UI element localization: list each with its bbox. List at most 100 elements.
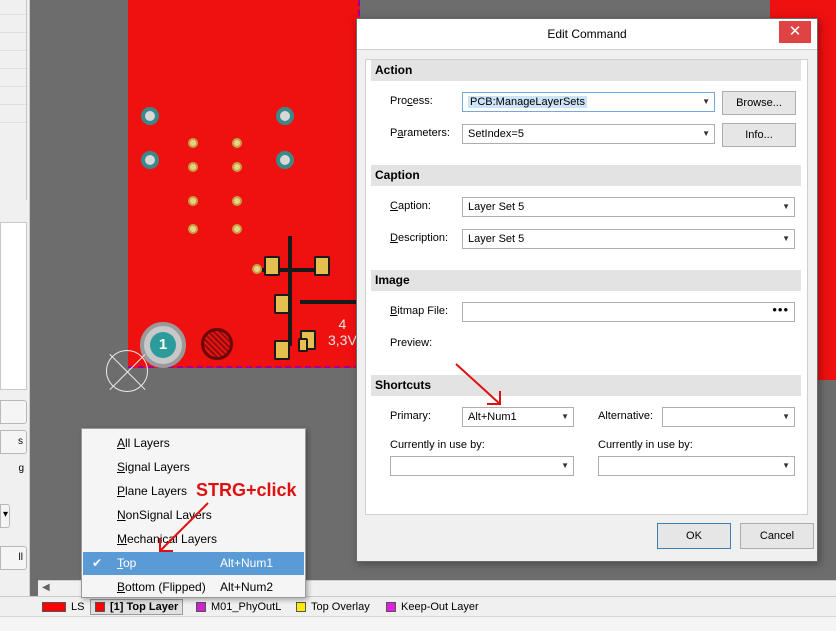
layer-tab-keep-out[interactable]: Keep-Out Layer [382, 599, 483, 615]
caption-label: Caption: [390, 200, 431, 212]
chevron-down-icon[interactable]: ▼ [561, 408, 569, 426]
layer-color-swatch [95, 602, 105, 612]
parameters-combo[interactable]: SetIndex=5 ▼ [462, 124, 715, 144]
chevron-down-icon[interactable]: ▼ [782, 457, 790, 475]
pcb-smd-pad [298, 338, 308, 352]
primary-shortcut-combo[interactable]: Alt+Num1 ▼ [462, 407, 574, 427]
cancel-button[interactable]: Cancel [740, 523, 814, 549]
panel-button-2[interactable]: s [0, 430, 27, 454]
chevron-down-icon[interactable]: ▼ [782, 230, 790, 248]
pcb-small-pad [232, 224, 242, 234]
pcb-small-pad [188, 224, 198, 234]
section-header-caption: Caption [371, 165, 801, 186]
pcb-silkscreen-label: 4 3,3V [328, 316, 357, 348]
layer-tab-label: LS [71, 601, 85, 613]
info-button[interactable]: Info... [722, 123, 796, 147]
chevron-down-icon[interactable]: ▼ [561, 457, 569, 475]
layer-tab-m01[interactable]: M01_PhyOutL [192, 599, 285, 615]
section-header-action: Action [371, 60, 801, 81]
bitmap-file-label: Bitmap File: [390, 305, 449, 317]
layer-tab-label: Keep-Out Layer [401, 601, 479, 613]
left-panel: s g ▾ ll [0, 0, 30, 596]
menu-item-signal-layers[interactable]: Signal Layers [83, 456, 304, 479]
pcb-board-area[interactable] [128, 0, 360, 368]
panel-button-1[interactable] [0, 400, 27, 424]
origin-crosshair-icon [106, 350, 148, 392]
pcb-label-line1: 4 [338, 316, 347, 332]
pcb-trace [288, 236, 292, 346]
panel-button-3[interactable]: g [0, 458, 27, 482]
layer-color-swatch [386, 602, 396, 612]
menu-item-all-layers[interactable]: All Layers [83, 432, 304, 455]
chevron-down-icon[interactable]: ▼ [782, 198, 790, 216]
process-value: PCB:ManageLayerSets [468, 96, 587, 108]
pcb-via-pad [276, 107, 294, 125]
pcb-via-pad [141, 151, 159, 169]
ok-button[interactable]: OK [657, 523, 731, 549]
description-value: Layer Set 5 [468, 233, 525, 245]
panel-list-bottom[interactable] [0, 222, 27, 390]
scroll-left-icon[interactable]: ◀ [42, 582, 50, 593]
menu-item-top[interactable]: ✔ Top Alt+Num1 [83, 552, 304, 575]
menu-item-nonsignal-layers[interactable]: NonSignal Layers [83, 504, 304, 527]
caption-combo[interactable]: Layer Set 5 ▼ [462, 197, 795, 217]
pcb-small-pad [232, 162, 242, 172]
chevron-down-icon[interactable]: ▼ [702, 125, 710, 143]
browse-button[interactable]: Browse... [722, 91, 796, 115]
alternative-label: Alternative: [598, 410, 654, 422]
bitmap-file-input[interactable]: ••• [462, 302, 795, 322]
in-use-label-alternative: Currently in use by: [598, 439, 693, 451]
process-combo[interactable]: PCB:ManageLayerSets ▼ [462, 92, 715, 112]
menu-item-mechanical-layers[interactable]: Mechanical Layers [83, 528, 304, 551]
panel-dropdown[interactable]: ▾ [0, 504, 10, 528]
pcb-via-pad [141, 107, 159, 125]
panel-button-5[interactable]: ll [0, 546, 27, 570]
menu-item-bottom-flipped[interactable]: Bottom (Flipped) Alt+Num2 [83, 576, 304, 599]
dialog-title: Edit Command [547, 27, 627, 41]
panel-list-top[interactable] [0, 0, 27, 200]
ellipsis-browse-icon[interactable]: ••• [772, 302, 789, 317]
status-bar [0, 616, 836, 631]
menu-shortcut: Alt+Num1 [220, 556, 274, 570]
chevron-down-icon[interactable]: ▼ [702, 93, 710, 111]
layer-color-swatch [296, 602, 306, 612]
pcb-smd-pad [274, 294, 290, 314]
close-button[interactable]: ✕ [779, 21, 811, 43]
preview-label: Preview: [390, 337, 433, 349]
pcb-small-pad [232, 196, 242, 206]
pcb-smd-pad [264, 256, 280, 276]
caption-value: Layer Set 5 [468, 201, 525, 213]
layer-color-swatch [196, 602, 206, 612]
pcb-hatched-pad [201, 328, 233, 360]
layer-tab-ls[interactable]: LS [38, 599, 88, 615]
pcb-via-pad [276, 151, 294, 169]
chevron-down-icon[interactable]: ▼ [782, 408, 790, 426]
layer-tab-bar: LS [1] Top Layer M01_PhyOutL Top Overlay… [0, 596, 836, 616]
alternative-shortcut-combo[interactable]: ▼ [662, 407, 795, 427]
close-icon: ✕ [788, 23, 802, 40]
pcb-smd-pad [274, 340, 290, 360]
layer-tab-label: [1] Top Layer [110, 601, 179, 613]
description-combo[interactable]: Layer Set 5 ▼ [462, 229, 795, 249]
pcb-small-pad [188, 196, 198, 206]
dialog-titlebar[interactable]: Edit Command ✕ [357, 19, 817, 50]
parameters-label: Parameters: [390, 127, 450, 139]
layer-color-swatch [42, 602, 66, 612]
layer-tab-label: Top Overlay [311, 601, 370, 613]
in-use-combo-alternative[interactable]: ▼ [598, 456, 795, 476]
menu-shortcut: Alt+Num2 [220, 580, 274, 594]
in-use-combo-primary[interactable]: ▼ [390, 456, 574, 476]
process-label: Process: [390, 95, 433, 107]
layer-tab-top-overlay[interactable]: Top Overlay [292, 599, 374, 615]
section-header-image: Image [371, 270, 801, 291]
dialog-body: Action Process: PCB:ManageLayerSets ▼ Br… [365, 59, 808, 515]
layer-set-menu: All Layers Signal Layers Plane Layers No… [81, 428, 306, 598]
edit-command-dialog: Edit Command ✕ Action Process: PCB:Manag… [356, 18, 818, 562]
layer-tab-top-layer[interactable]: [1] Top Layer [90, 599, 184, 615]
pcb-smd-pad [314, 256, 330, 276]
pcb-pin1-pad: 1 [140, 322, 186, 368]
parameters-value: SetIndex=5 [468, 128, 524, 140]
primary-shortcut-value: Alt+Num1 [468, 411, 517, 423]
description-label: Description: [390, 232, 449, 244]
pcb-small-pad [232, 138, 242, 148]
